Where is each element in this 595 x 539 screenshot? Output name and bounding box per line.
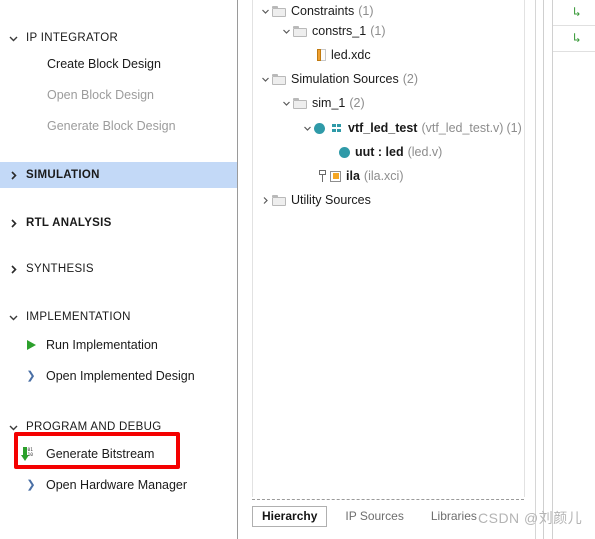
flow-item-label: Run Implementation bbox=[46, 338, 158, 352]
tree-item-label: uut : led bbox=[355, 145, 404, 159]
chevron-down-icon[interactable] bbox=[258, 7, 272, 16]
tree-item-label: ila bbox=[346, 169, 360, 183]
tree-item-label: led.xdc bbox=[331, 48, 371, 62]
flow-item-label: Open Block Design bbox=[47, 88, 155, 102]
flow-navigator-panel: IP INTEGRATOR Create Block Design Open B… bbox=[0, 0, 238, 539]
chevron-right-icon bbox=[0, 264, 26, 275]
flow-section-label: SIMULATION bbox=[26, 169, 100, 181]
tab-libraries[interactable]: Libraries bbox=[422, 506, 486, 527]
chevron-down-icon bbox=[0, 33, 26, 44]
chevron-down-icon bbox=[0, 422, 26, 433]
tree-row[interactable]: Constraints (1) bbox=[258, 1, 374, 21]
tree-item-label: Utility Sources bbox=[291, 193, 371, 207]
tab-ip-sources[interactable]: IP Sources bbox=[336, 506, 412, 527]
flow-section-implementation[interactable]: IMPLEMENTATION bbox=[0, 304, 237, 330]
tree-item-count: (1) bbox=[358, 4, 374, 18]
flow-item-open-hardware-manager[interactable]: ❯ Open Hardware Manager bbox=[0, 473, 237, 497]
flow-item-label: Open Implemented Design bbox=[46, 369, 195, 383]
flow-item-label: Open Hardware Manager bbox=[46, 478, 188, 492]
tree-item-filename: (ila.xci) bbox=[363, 169, 404, 183]
folder-icon bbox=[272, 5, 286, 17]
module-circle-icon bbox=[339, 146, 350, 158]
chevron-down-icon[interactable] bbox=[300, 124, 314, 133]
tree-row[interactable]: constrs_1 (1) bbox=[279, 21, 385, 41]
flow-section-simulation[interactable]: SIMULATION bbox=[0, 162, 237, 188]
flow-item-open-implemented-design[interactable]: ❯ Open Implemented Design bbox=[0, 364, 237, 388]
flow-section-label: RTL ANALYSIS bbox=[26, 217, 112, 229]
tree-row[interactable]: led.xdc bbox=[303, 45, 371, 65]
flow-item-label: Generate Block Design bbox=[47, 119, 176, 133]
tree-row[interactable]: uut : led (led.v) bbox=[325, 142, 442, 162]
chevron-right-icon: ❯ bbox=[26, 369, 36, 382]
tree-item-label: sim_1 bbox=[312, 96, 346, 110]
right-edge-panel: ↳ ↳ bbox=[552, 0, 595, 539]
sources-tree[interactable]: Constraints (1) constrs_1 (1) led.xdc Si… bbox=[252, 0, 525, 497]
tab-row: Hierarchy IP Sources Libraries bbox=[252, 505, 486, 527]
flow-section-program-and-debug[interactable]: PROGRAM AND DEBUG bbox=[0, 414, 237, 440]
flow-section-rtl-analysis[interactable]: RTL ANALYSIS bbox=[0, 210, 237, 236]
return-arrow-icon: ↳ bbox=[573, 5, 581, 20]
folder-icon bbox=[272, 194, 286, 206]
tab-hierarchy[interactable]: Hierarchy bbox=[252, 505, 328, 527]
sources-tab-strip: Hierarchy IP Sources Libraries bbox=[252, 497, 524, 539]
tree-item-filename: (vtf_led_test.v) bbox=[421, 121, 504, 135]
tree-item-count: (2) bbox=[402, 72, 418, 86]
generate-bitstream-icon: 01 10 bbox=[18, 446, 40, 462]
chevron-down-icon[interactable] bbox=[279, 99, 293, 108]
edge-row[interactable]: ↳ bbox=[553, 0, 595, 26]
tree-row[interactable]: ila (ila.xci) bbox=[303, 166, 404, 186]
flow-section-label: SYNTHESIS bbox=[26, 263, 94, 275]
tree-item-count: (1) bbox=[506, 121, 522, 135]
tree-row[interactable]: sim_1 (2) bbox=[279, 93, 365, 113]
tree-item-label: Constraints bbox=[291, 4, 355, 18]
tree-item-count: (2) bbox=[349, 96, 365, 110]
flow-item-run-implementation[interactable]: Run Implementation bbox=[0, 333, 237, 357]
chevron-right-icon[interactable] bbox=[258, 196, 272, 205]
tree-row[interactable]: Simulation Sources (2) bbox=[258, 69, 418, 89]
tree-item-count: (1) bbox=[370, 24, 386, 38]
chevron-right-icon bbox=[0, 218, 26, 229]
flow-section-label: IMPLEMENTATION bbox=[26, 311, 131, 323]
module-circle-icon bbox=[314, 122, 325, 134]
chevron-down-icon[interactable] bbox=[279, 27, 293, 36]
tree-item-label: vtf_led_test bbox=[348, 121, 418, 135]
return-arrow-icon: ↳ bbox=[573, 31, 581, 46]
sources-panel: Constraints (1) constrs_1 (1) led.xdc Si… bbox=[239, 0, 535, 539]
bitstream-bits-bottom: 10 bbox=[27, 452, 34, 458]
flow-item-create-block-design[interactable]: Create Block Design bbox=[0, 52, 237, 76]
flow-section-label: IP INTEGRATOR bbox=[26, 32, 119, 44]
tab-label: IP Sources bbox=[345, 509, 404, 523]
tree-item-label: constrs_1 bbox=[312, 24, 367, 38]
chevron-right-icon: ❯ bbox=[26, 478, 36, 491]
chevron-right-icon bbox=[0, 170, 26, 181]
edge-row[interactable]: ↳ bbox=[553, 26, 595, 52]
tab-strip-divider bbox=[252, 499, 524, 501]
run-arrow-icon bbox=[20, 340, 42, 350]
testbench-dots-icon bbox=[330, 123, 343, 134]
flow-section-label: PROGRAM AND DEBUG bbox=[26, 421, 162, 433]
tab-label: Libraries bbox=[430, 509, 477, 523]
xdc-file-icon bbox=[317, 49, 326, 61]
flow-section-ip-integrator[interactable]: IP INTEGRATOR bbox=[0, 25, 237, 51]
flow-item-generate-block-design[interactable]: Generate Block Design bbox=[0, 114, 237, 138]
folder-icon bbox=[272, 73, 286, 85]
chevron-down-icon[interactable] bbox=[258, 75, 272, 84]
tree-row[interactable]: vtf_led_test (vtf_led_test.v) (1) bbox=[300, 118, 522, 138]
flow-item-generate-bitstream[interactable]: 01 10 Generate Bitstream bbox=[0, 442, 237, 466]
flow-item-label: Create Block Design bbox=[47, 57, 161, 71]
folder-icon bbox=[293, 97, 307, 109]
flow-item-open-block-design[interactable]: Open Block Design bbox=[0, 83, 237, 107]
ip-core-icon bbox=[317, 170, 341, 182]
panel-divider-right bbox=[543, 0, 544, 539]
tree-row[interactable]: Utility Sources bbox=[258, 190, 371, 210]
panel-divider-left bbox=[535, 0, 536, 539]
tab-label: Hierarchy bbox=[262, 509, 318, 523]
folder-icon bbox=[293, 25, 307, 37]
flow-section-synthesis[interactable]: SYNTHESIS bbox=[0, 256, 237, 282]
tree-item-filename: (led.v) bbox=[407, 145, 443, 159]
tree-item-label: Simulation Sources bbox=[291, 72, 399, 86]
flow-item-label: Generate Bitstream bbox=[46, 447, 155, 461]
chevron-down-icon bbox=[0, 312, 26, 323]
